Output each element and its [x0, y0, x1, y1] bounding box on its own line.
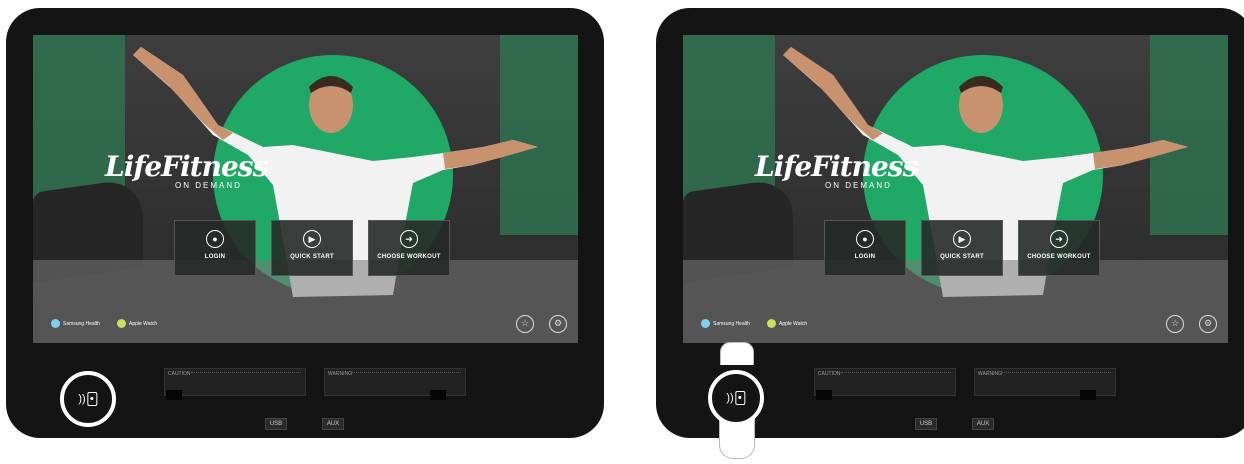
logo-wordmark: LifeFitness: [755, 150, 918, 183]
login-tile[interactable]: ● LOGIN: [174, 220, 256, 276]
star-icon: ☆: [1170, 318, 1180, 328]
console-left: LifeFitness ON DEMAND ● LOGIN ▶ QUICK ST…: [6, 8, 604, 438]
console-right: LifeFitness ON DEMAND ● LOGIN ▶ QUICK ST…: [656, 8, 1244, 459]
caution-title: CAUTION: [168, 371, 191, 377]
audio-port[interactable]: AUX: [972, 418, 994, 430]
apple-watch-text: Apple Watch: [129, 320, 158, 327]
hook-right: [430, 390, 446, 400]
samsung-health-badge[interactable]: Samsung Health: [701, 319, 750, 328]
star-button[interactable]: ☆: [1166, 315, 1184, 333]
nfc-contactless-icon: )): [78, 392, 98, 406]
lifefitness-logo: LifeFitness ON DEMAND: [755, 150, 918, 191]
usb-icon: USB: [269, 421, 283, 427]
login-tile[interactable]: ● LOGIN: [824, 220, 906, 276]
quick-start-label: QUICK START: [940, 254, 984, 260]
samsung-health-badge[interactable]: Samsung Health: [51, 319, 100, 328]
lifefitness-logo: LifeFitness ON DEMAND: [105, 150, 268, 191]
user-icon: ●: [206, 230, 224, 248]
watch-band-top: [720, 342, 754, 365]
play-icon: ▶: [303, 230, 321, 248]
samsung-health-text: Samsung Health: [63, 320, 100, 327]
quick-start-label: QUICK START: [290, 254, 334, 260]
gear-icon: ⚙: [553, 318, 563, 328]
runner-icon: ➜: [400, 230, 418, 248]
star-icon: ☆: [520, 318, 530, 328]
hook-left: [166, 390, 182, 400]
quick-start-tile[interactable]: ▶ QUICK START: [921, 220, 1003, 276]
usb-icon: USB: [919, 421, 933, 427]
user-icon: ●: [856, 230, 874, 248]
choose-workout-label: CHOOSE WORKOUT: [377, 254, 441, 260]
settings-button[interactable]: ⚙: [1199, 315, 1217, 333]
usb-port[interactable]: USB: [265, 418, 287, 430]
audio-icon: AUX: [326, 421, 340, 427]
login-label: LOGIN: [854, 254, 876, 260]
hook-left: [816, 390, 832, 400]
audio-port[interactable]: AUX: [322, 418, 344, 430]
choose-workout-tile[interactable]: ➜ CHOOSE WORKOUT: [368, 220, 450, 276]
apple-watch-text: Apple Watch: [779, 320, 808, 327]
runner-icon: ➜: [1050, 230, 1068, 248]
nfc-reader-highlight[interactable]: )): [60, 371, 116, 427]
audio-icon: AUX: [976, 421, 990, 427]
smartwatch-on-nfc-reader[interactable]: )): [708, 370, 764, 426]
apple-watch-icon: [767, 319, 776, 328]
warning-title: WARNING: [978, 371, 1002, 377]
play-icon: ▶: [953, 230, 971, 248]
warning-title: WARNING: [328, 371, 352, 377]
samsung-health-text: Samsung Health: [713, 320, 750, 327]
settings-button[interactable]: ⚙: [549, 315, 567, 333]
usb-port[interactable]: USB: [915, 418, 937, 430]
logo-wordmark: LifeFitness: [105, 150, 268, 183]
quick-start-tile[interactable]: ▶ QUICK START: [271, 220, 353, 276]
caution-label: CAUTION: [164, 368, 306, 396]
choose-workout-label: CHOOSE WORKOUT: [1027, 254, 1091, 260]
touchscreen: LifeFitness ON DEMAND ● LOGIN ▶ QUICK ST…: [683, 35, 1228, 343]
caution-label: CAUTION: [814, 368, 956, 396]
login-label: LOGIN: [204, 254, 226, 260]
star-button[interactable]: ☆: [516, 315, 534, 333]
apple-watch-icon: [117, 319, 126, 328]
hook-right: [1080, 390, 1096, 400]
samsung-health-icon: [51, 319, 60, 328]
apple-watch-badge[interactable]: Apple Watch: [117, 319, 157, 328]
choose-workout-tile[interactable]: ➜ CHOOSE WORKOUT: [1018, 220, 1100, 276]
apple-watch-badge[interactable]: Apple Watch: [767, 319, 807, 328]
caution-title: CAUTION: [818, 371, 841, 377]
samsung-health-icon: [701, 319, 710, 328]
gear-icon: ⚙: [1203, 318, 1213, 328]
touchscreen: LifeFitness ON DEMAND ● LOGIN ▶ QUICK ST…: [33, 35, 578, 343]
nfc-contactless-icon: )): [726, 391, 746, 405]
